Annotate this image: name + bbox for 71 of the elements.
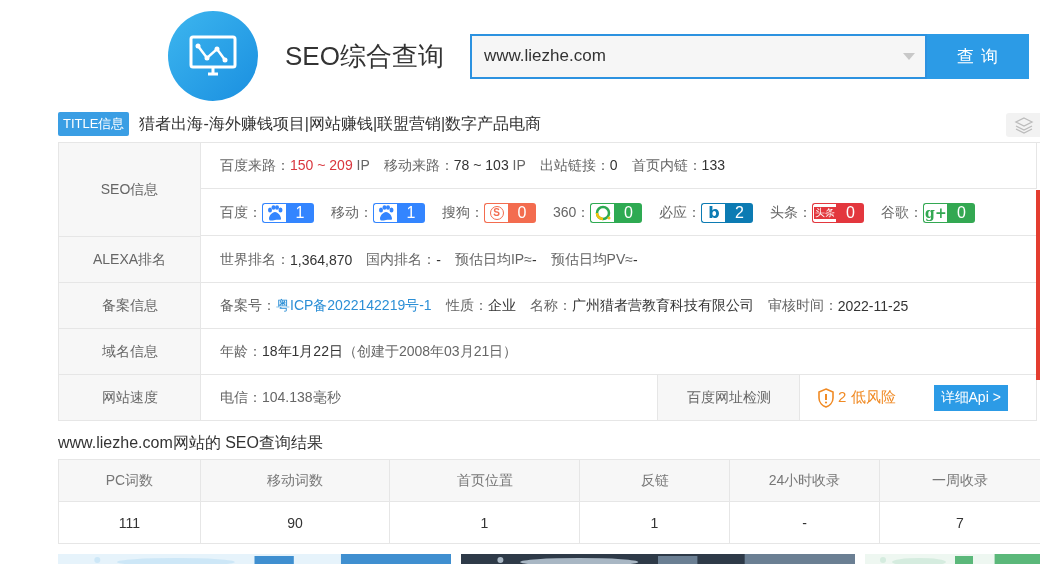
field-value: - (436, 251, 441, 268)
engine-label: 必应： (659, 203, 702, 222)
field-label: 性质： (445, 296, 488, 315)
engine-count: 0 (836, 202, 865, 223)
page-title: SEO综合查询 (285, 39, 444, 73)
field-label: 备案号： (220, 296, 276, 315)
shield-icon (818, 387, 834, 408)
column-header: 24小时收录 (730, 460, 880, 502)
engine-label: 谷歌： (881, 203, 924, 222)
field-note: （创建于2008年03月21日） (342, 342, 518, 361)
engine-count: 2 (725, 202, 754, 223)
api-button[interactable]: 详细Api > (933, 384, 1008, 411)
google-icon: g+ (923, 202, 948, 223)
engine-label: 百度： (220, 203, 262, 222)
field-label: 年龄： (220, 342, 262, 361)
column-header: 移动词数 (201, 460, 390, 502)
traffic-stat: 移动来路：78 ~ 103 IP (383, 156, 526, 175)
column-header: 反链 (580, 460, 730, 502)
table-cell: 111 (59, 502, 201, 544)
table-cell: - (730, 502, 880, 544)
row-label: SEO信息 (59, 143, 201, 237)
speed-value: 电信：104.138毫秒 (220, 388, 341, 407)
table-cell: 7 (880, 502, 1040, 544)
field-value: - (531, 251, 537, 268)
section-title: www.liezhe.com网站的 SEO查询结果 (58, 433, 323, 453)
caret-icon (902, 52, 915, 60)
field-label: 名称： (529, 296, 572, 315)
check-label: 百度网址检测 (658, 375, 800, 421)
bing-icon: b (701, 202, 726, 223)
field-value: 2022-11-25 (837, 297, 909, 314)
row-label: 网站速度 (59, 375, 201, 421)
row-label: 备案信息 (59, 283, 201, 329)
column-header: PC词数 (59, 460, 201, 502)
row-label: 域名信息 (59, 329, 201, 375)
field-value: 18年1月22日 (262, 342, 343, 361)
engine-label: 搜狗： (442, 203, 484, 222)
table-cell: 1 (580, 502, 730, 544)
traffic-stat: 出站链接：0 (539, 156, 618, 175)
risk-label: 2 低风险 (838, 388, 896, 407)
engine-label: 移动： (331, 203, 373, 222)
column-header: 首页位置 (390, 460, 580, 502)
field-label: 预估日均IP≈ (454, 250, 532, 269)
toutiao-icon: 头条 (812, 202, 837, 223)
site-title: 猎者出海-海外赚钱项目|网站赚钱|联盟营销|数字产品电商 (139, 113, 542, 134)
engine-count: 1 (286, 202, 314, 223)
field-value: 1,364,870 (290, 251, 353, 268)
field-label: 国内排名： (366, 250, 437, 269)
engine-count: 0 (614, 202, 643, 223)
engine-label: 360： (553, 203, 591, 222)
traffic-stat: 百度来路：150 ~ 209 IP (220, 156, 370, 175)
field-value: 广州猎者营教育科技有限公司 (571, 296, 754, 315)
table-cell: 1 (390, 502, 580, 544)
column-header: 一周收录 (880, 460, 1040, 502)
field-label: 预估日均PV≈ (550, 250, 633, 269)
row-label: ALEXA排名 (59, 237, 201, 283)
table-cell: 90 (201, 502, 390, 544)
title-badge: TITLE信息 (58, 112, 130, 136)
search-button[interactable]: 查 询 (926, 33, 1029, 79)
engine-count: 0 (947, 202, 976, 223)
engine-count: 0 (508, 202, 536, 223)
layers-icon (1006, 113, 1040, 137)
engine-count: 1 (397, 202, 425, 223)
field-label: 世界排名： (220, 250, 290, 269)
engine-label: 头条： (770, 203, 813, 222)
field-value: 企业 (487, 296, 516, 315)
field-label: 审核时间： (767, 296, 838, 315)
field-value: - (632, 251, 638, 268)
sogou-icon: S (484, 202, 508, 223)
search-field[interactable]: www.liezhe.com (469, 33, 927, 79)
traffic-stat: 首页内链：133 (631, 156, 725, 175)
icp-link[interactable]: 粤ICP备2022142219号-1 (276, 296, 432, 315)
